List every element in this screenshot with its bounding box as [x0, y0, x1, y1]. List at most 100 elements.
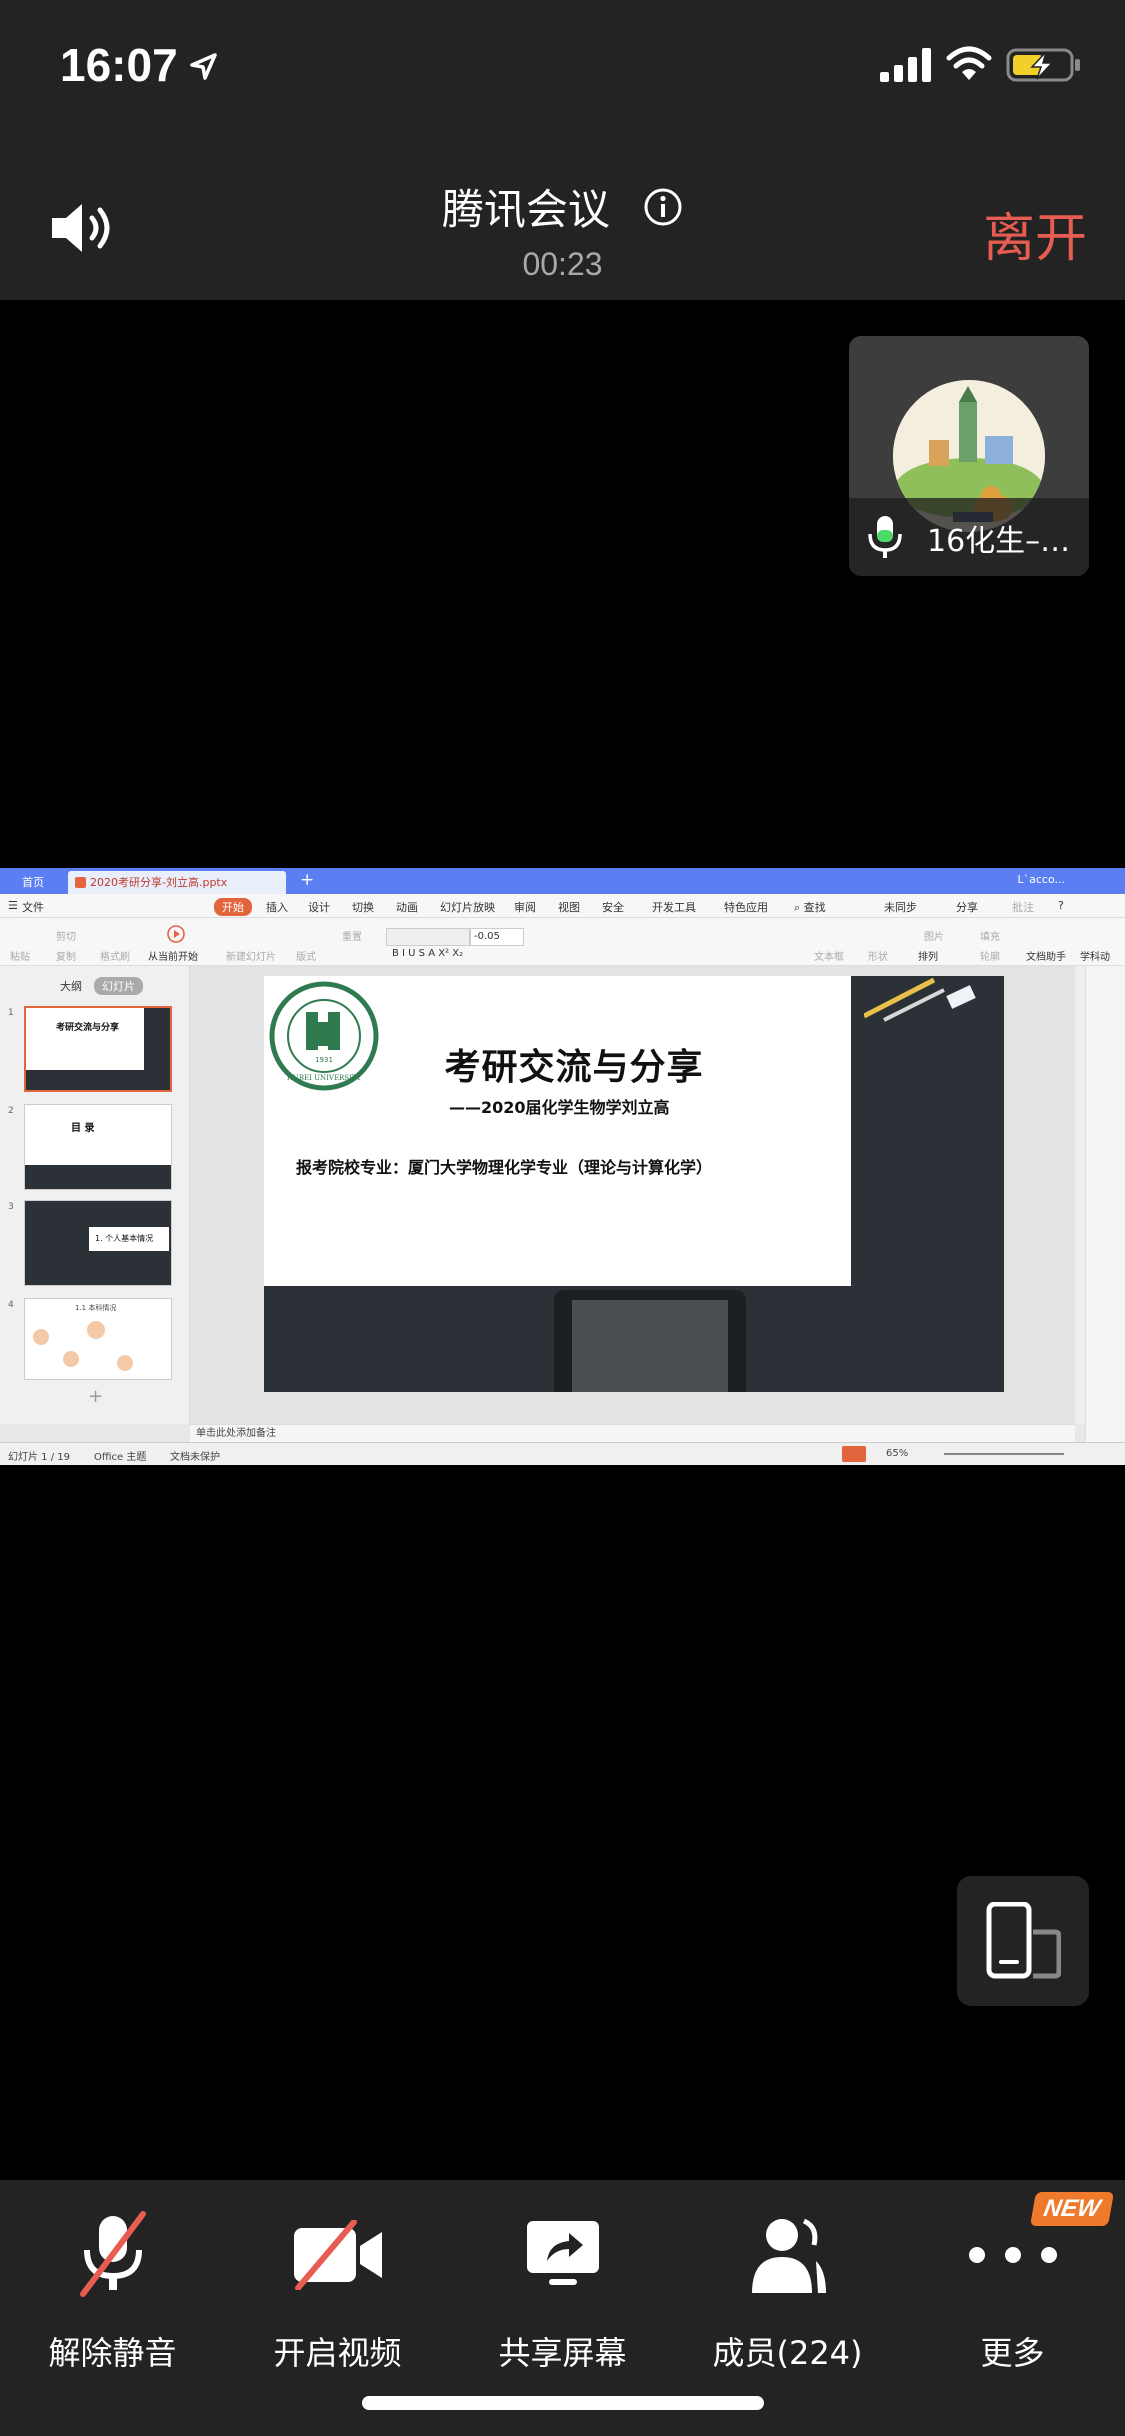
shared-screen[interactable]: 首页 2020考研分享-刘立高.pptx + L`acco... ☰ 文件 开始…	[0, 868, 1125, 1465]
tab-home[interactable]: 首页	[6, 871, 60, 894]
members-icon	[751, 2218, 826, 2293]
tab-special[interactable]: 特色应用	[724, 899, 768, 915]
tab-switch[interactable]: 切换	[352, 899, 374, 915]
format-buttons[interactable]: B I U S A X² X₂	[392, 948, 463, 959]
ribbon-shape[interactable]: 形状	[868, 948, 888, 963]
slide-canvas: 1931 HUBEI UNIVERSITY 考研交流与分享 ——2020届化学生…	[190, 966, 1075, 1424]
tab-document-label: 2020考研分享-刘立高.pptx	[90, 876, 228, 889]
pencil-decoration-icon	[864, 977, 976, 1022]
ribbon-layout[interactable]: 版式	[296, 948, 316, 963]
ribbon-paste[interactable]: 粘贴	[10, 948, 30, 963]
tab-outline[interactable]: 大纲	[60, 978, 82, 994]
tab-security[interactable]: 安全	[602, 899, 624, 915]
theme-name: Office 主题	[94, 1452, 147, 1463]
ribbon-doc-assistant[interactable]: 文档助手	[1026, 948, 1066, 963]
tab-insert[interactable]: 插入	[266, 899, 288, 915]
slide-counter: 幻灯片 1 / 19	[8, 1452, 70, 1463]
slide-title: 考研交流与分享	[444, 1047, 704, 1088]
video-off-icon	[293, 2220, 382, 2290]
zoom-level: 65%	[886, 1448, 909, 1459]
meeting-title-row[interactable]: 腾讯会议	[0, 176, 1125, 237]
thumb-number: 1	[8, 1008, 14, 1018]
participant-tile[interactable]: 16化生–…	[849, 336, 1089, 576]
switch-view-button[interactable]	[957, 1876, 1089, 2006]
more-button[interactable]: 更多	[900, 2210, 1125, 2374]
notes-field[interactable]: 单击此处添加备注	[190, 1424, 1075, 1442]
right-tool-sidebar	[1085, 966, 1125, 1442]
ribbon-arrange[interactable]: 排列	[918, 948, 938, 963]
share-screen-icon	[526, 2221, 599, 2285]
new-badge: NEW	[1030, 2192, 1114, 2226]
zoom-slider[interactable]	[944, 1453, 1064, 1455]
menu-file[interactable]: 文件	[22, 899, 44, 915]
account-label[interactable]: L`acco...	[1018, 873, 1066, 886]
protection-status[interactable]: 文档未保护	[170, 1448, 220, 1463]
slide-thumbnail-1[interactable]: 考研交流与分享	[24, 1006, 172, 1092]
meeting-title: 腾讯会议	[441, 185, 610, 234]
tab-start[interactable]: 开始	[214, 898, 252, 916]
ribbon-outline[interactable]: 轮廓	[980, 948, 1000, 963]
font-name-field[interactable]	[386, 928, 470, 946]
canvas-vertical-scrollbar[interactable]	[1075, 966, 1085, 1424]
ribbon-format-painter[interactable]: 格式刷	[100, 948, 130, 963]
thumb-number: 4	[8, 1300, 14, 1310]
slide-subtitle: ——2020届化学生物学刘立高	[449, 1098, 670, 1117]
tab-document[interactable]: 2020考研分享-刘立高.pptx	[68, 871, 286, 894]
ribbon-cut[interactable]: 剪切	[56, 928, 76, 943]
cellular-signal-icon	[880, 48, 931, 82]
tab-devtools[interactable]: 开发工具	[652, 899, 696, 915]
slideshow-play-icon[interactable]	[842, 1446, 866, 1462]
thumb-title: 1.1 本科情况	[75, 1304, 117, 1312]
start-video-button[interactable]: 开启视频	[225, 2210, 450, 2374]
new-tab-plus-icon[interactable]: +	[300, 870, 314, 890]
leave-button[interactable]: 离开	[983, 196, 1087, 271]
play-from-current-icon[interactable]	[166, 924, 186, 944]
tab-view[interactable]: 视图	[558, 899, 580, 915]
thumb-number: 2	[8, 1106, 14, 1116]
participant-name-bar: 16化生–…	[849, 498, 1089, 576]
tab-design[interactable]: 设计	[308, 899, 330, 915]
thumb-title: 考研交流与分享	[56, 1023, 120, 1033]
menu-comment[interactable]: 批注	[1012, 899, 1034, 915]
ribbon-picture[interactable]: 图片	[924, 928, 944, 943]
wps-ribbon: 粘贴 剪切 复制 格式刷 从当前开始 新建幻灯片 版式 重置 -0.05 B I…	[0, 918, 1125, 966]
ribbon-textbox[interactable]: 文本框	[814, 948, 844, 963]
microphone-muted-icon	[79, 2211, 146, 2297]
unmute-button[interactable]: 解除静音	[0, 2210, 225, 2374]
tab-review[interactable]: 审阅	[514, 899, 536, 915]
battery-charging-icon	[1006, 48, 1080, 82]
add-slide-plus-icon[interactable]: +	[88, 1386, 103, 1407]
participant-name: 16化生–…	[927, 524, 1071, 559]
home-indicator[interactable]	[362, 2396, 764, 2410]
ribbon-new-slide[interactable]: 新建幻灯片	[226, 948, 276, 963]
ribbon-copy[interactable]: 复制	[56, 948, 76, 963]
menu-unsync[interactable]: 未同步	[884, 899, 917, 915]
ribbon-subject-tools[interactable]: 学科动	[1080, 948, 1110, 963]
menu-search[interactable]: ⌕ 查找	[794, 899, 826, 915]
info-icon[interactable]	[643, 187, 683, 227]
slide-thumbnail-4[interactable]: 1.1 本科情况	[24, 1298, 172, 1380]
ribbon-from-current[interactable]: 从当前开始	[148, 948, 198, 963]
slides-panel: 大纲 幻灯片 1 考研交流与分享 2 目 录 3 1. 个人基本情况 4 1.1…	[0, 966, 190, 1424]
ppt-file-icon	[75, 877, 86, 888]
logo-year: 1931	[315, 1056, 333, 1064]
members-button[interactable]: 成员(224)	[675, 2210, 900, 2374]
font-size-field[interactable]: -0.05	[470, 928, 524, 946]
members-label: 成员(224)	[712, 2334, 863, 2372]
microphone-active-icon	[868, 516, 902, 558]
tab-slideshow[interactable]: 幻灯片放映	[440, 899, 495, 915]
current-slide[interactable]: 1931 HUBEI UNIVERSITY 考研交流与分享 ——2020届化学生…	[264, 976, 1004, 1392]
ribbon-reset[interactable]: 重置	[342, 928, 362, 943]
menu-help[interactable]: ?	[1058, 899, 1064, 912]
tab-slides[interactable]: 幻灯片	[94, 977, 143, 995]
university-logo-icon: 1931 HUBEI UNIVERSITY	[269, 981, 379, 1091]
slide-thumbnail-3[interactable]: 1. 个人基本情况	[24, 1200, 172, 1286]
ribbon-fill[interactable]: 填充	[980, 928, 1000, 943]
menu-share[interactable]: 分享	[956, 899, 978, 915]
wps-status-bar: 幻灯片 1 / 19 Office 主题 文档未保护 65%	[0, 1442, 1125, 1465]
slide-thumbnail-2[interactable]: 目 录	[24, 1104, 172, 1190]
share-screen-button[interactable]: 共享屏幕	[450, 2210, 675, 2374]
tab-animation[interactable]: 动画	[396, 899, 418, 915]
menu-icon[interactable]: ☰	[8, 899, 18, 912]
location-arrow-icon	[190, 53, 217, 80]
